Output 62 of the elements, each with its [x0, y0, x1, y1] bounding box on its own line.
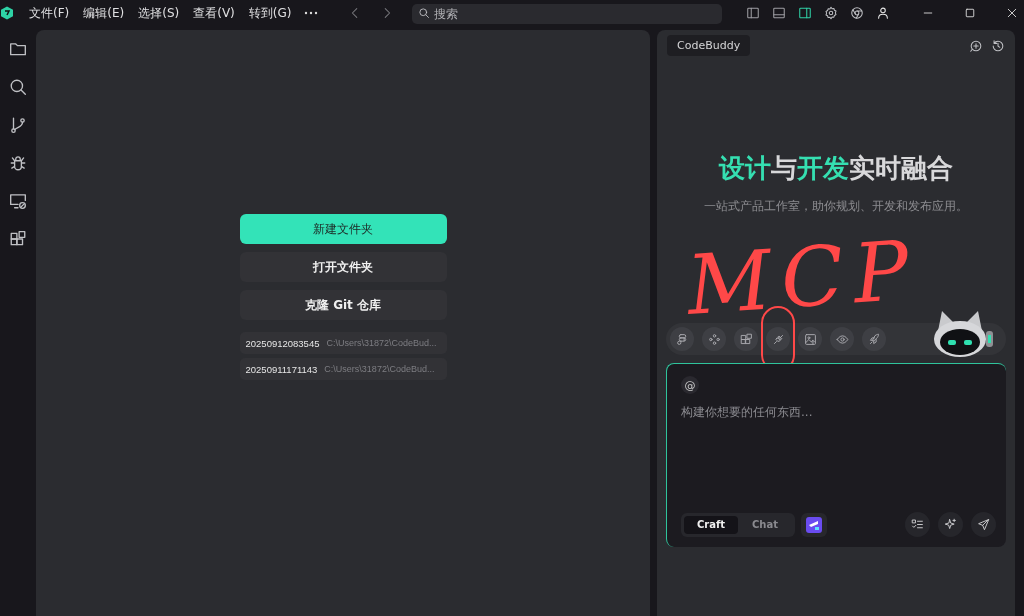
- image-icon[interactable]: [803, 332, 817, 346]
- tool-button[interactable]: [766, 327, 790, 351]
- subtitle: 一站式产品工作室，助你规划、开发和发布应用。: [703, 198, 969, 215]
- tool-button[interactable]: [830, 327, 854, 351]
- rocket-icon[interactable]: [867, 332, 881, 346]
- layout-toggle-icon[interactable]: [772, 6, 786, 20]
- bug-icon[interactable]: [9, 154, 27, 172]
- project-path: C:\Users\31872\CodeBud...: [324, 364, 435, 374]
- blocks-icon[interactable]: [739, 332, 753, 346]
- maximize-icon[interactable]: [964, 7, 976, 19]
- tool-button[interactable]: [734, 327, 758, 351]
- folder-action-button[interactable]: 打开文件夹: [239, 252, 447, 282]
- folder-action-button[interactable]: 新建文件夹: [239, 214, 447, 244]
- menu-item[interactable]: 选择(S): [131, 4, 187, 22]
- project-name: 20250912083545: [245, 337, 320, 349]
- send-icon: [977, 518, 990, 531]
- sparkle-button[interactable]: [938, 512, 963, 537]
- recent-project-item[interactable]: 20250911171143 C:\Users\31872\CodeBud...: [239, 358, 447, 380]
- project-name: 20250911171143: [245, 363, 318, 375]
- plug-icon[interactable]: [771, 332, 785, 346]
- layout-toggle-icon[interactable]: [798, 6, 812, 20]
- folder-action-button[interactable]: 克隆 Git 仓库: [239, 290, 447, 320]
- handwritten-annotation: MCP: [683, 222, 922, 333]
- tool-button[interactable]: [798, 327, 822, 351]
- search-icon[interactable]: [9, 78, 27, 96]
- sparkle-icon: [944, 518, 957, 531]
- mode-tab[interactable]: Chat: [738, 515, 792, 534]
- mode-tab[interactable]: Craft: [684, 515, 738, 534]
- app-icon: [806, 516, 822, 533]
- layout-toggle-icon[interactable]: [746, 6, 760, 20]
- close-icon[interactable]: [1006, 7, 1018, 19]
- app-button[interactable]: [801, 512, 827, 537]
- eye-icon[interactable]: [835, 332, 849, 346]
- checklist-icon: [911, 518, 924, 531]
- project-path: C:\Users\31872\CodeBud...: [326, 338, 437, 348]
- history-icon[interactable]: [991, 38, 1005, 53]
- search-icon[interactable]: [418, 7, 431, 19]
- branch-icon[interactable]: [9, 116, 27, 134]
- menu-item[interactable]: 转到(G): [241, 4, 299, 22]
- menu-item[interactable]: 查看(V): [186, 4, 242, 22]
- checklist-button[interactable]: [905, 512, 930, 537]
- extensions-icon[interactable]: [9, 230, 27, 248]
- new-chat-icon[interactable]: [969, 38, 983, 53]
- prompt-field[interactable]: 构建你想要的任何东西...: [681, 404, 981, 424]
- headline: 设计与开发实时融合: [717, 152, 954, 185]
- account-icon[interactable]: [876, 6, 890, 20]
- assistant-tab[interactable]: CodeBuddy: [667, 35, 751, 56]
- menu-item[interactable]: 编辑(E): [76, 4, 132, 22]
- recent-project-item[interactable]: 20250912083545 C:\Users\31872\CodeBud...: [239, 332, 447, 354]
- remote-screen-icon[interactable]: [9, 192, 27, 210]
- browser-icon[interactable]: [850, 6, 864, 20]
- tool-button[interactable]: [862, 327, 886, 351]
- send-button[interactable]: [971, 512, 996, 537]
- menu-item[interactable]: 文件(F): [22, 4, 77, 22]
- nodes-icon[interactable]: [707, 332, 721, 346]
- more-icon[interactable]: [304, 11, 319, 15]
- search-field[interactable]: 搜索: [412, 4, 723, 24]
- folder-icon[interactable]: [9, 40, 27, 58]
- tool-button[interactable]: [702, 327, 726, 351]
- tool-button[interactable]: [670, 327, 694, 351]
- mention-button[interactable]: @: [681, 376, 699, 394]
- settings-icon[interactable]: [824, 6, 838, 20]
